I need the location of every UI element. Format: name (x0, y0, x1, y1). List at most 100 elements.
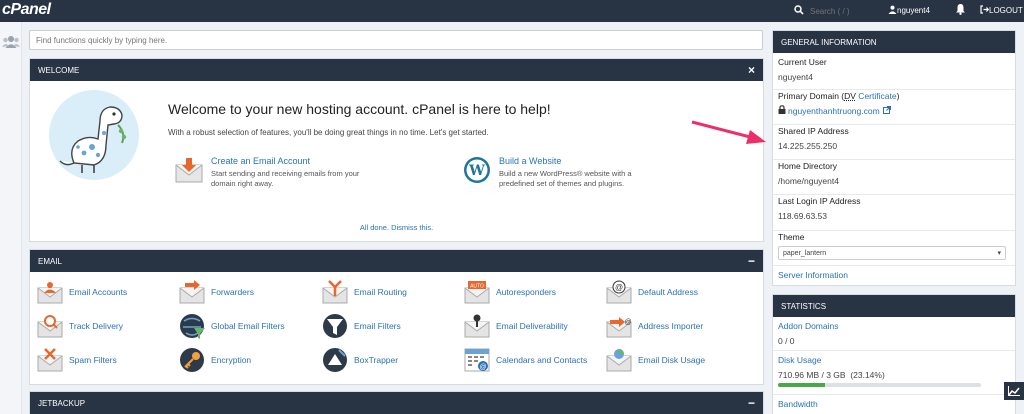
addon-domains-row: Addon Domains 0 / 0 (773, 321, 1015, 351)
global-email-filters-icon (178, 312, 206, 340)
dismiss-link[interactable]: All done. Dismiss this. (30, 223, 763, 232)
disk-usage-value: 710.96 MB / 3 GB (23.14%) (778, 370, 885, 380)
email-item-label[interactable]: Address Importer (638, 321, 703, 331)
svg-text:@: @ (615, 283, 623, 292)
build-website-desc: Build a new WordPress® website with a pr… (499, 169, 632, 188)
boxtrapper-icon (321, 346, 349, 374)
bandwidth-link[interactable]: Bandwidth (778, 399, 1010, 409)
email-item-label[interactable]: Spam Filters (69, 355, 117, 365)
email-item-label[interactable]: Email Disk Usage (638, 355, 705, 365)
email-item-label[interactable]: Track Delivery (69, 321, 123, 331)
email-item[interactable]: @ Calendars and Contacts (463, 345, 605, 375)
collapse-icon[interactable]: − (748, 254, 755, 268)
email-accounts-icon (36, 278, 64, 306)
email-deliverability-icon (463, 312, 491, 340)
external-link-icon[interactable] (882, 105, 891, 117)
wordpress-icon: W (463, 156, 491, 187)
email-item-label[interactable]: Email Routing (354, 287, 407, 297)
create-email-account-link[interactable]: Create an Email Account (211, 156, 310, 166)
logout-button[interactable]: LOGOUT (980, 5, 1023, 16)
welcome-title: Welcome to your new hosting account. cPa… (168, 101, 551, 117)
home-directory-value: /home/nguyent4 (778, 176, 839, 186)
email-item-label[interactable]: BoxTrapper (354, 355, 398, 365)
chart-icon[interactable] (1004, 382, 1024, 400)
jetbackup-panel: JETBACKUP − (29, 391, 764, 414)
disk-usage-bar (778, 383, 981, 387)
last-login-value: 118.69.63.53 (778, 211, 827, 221)
user-icon (888, 5, 897, 16)
server-information-link[interactable]: Server Information (778, 270, 848, 280)
addon-domains-value: 0 / 0 (778, 336, 795, 346)
users-icon[interactable] (2, 35, 20, 52)
top-search-input[interactable] (810, 6, 870, 16)
primary-domain-value: nguyenthanhtruong.com (778, 105, 1010, 117)
search-icon[interactable] (794, 4, 804, 18)
statistics-panel: STATISTICS Addon Domains 0 / 0 Disk Usag… (772, 294, 1016, 414)
disk-usage-link[interactable]: Disk Usage (778, 355, 1010, 365)
email-item-label[interactable]: Calendars and Contacts (496, 355, 587, 365)
email-item[interactable]: AUTO Autoresponders (463, 277, 605, 307)
email-item-label[interactable]: Forwarders (211, 287, 254, 297)
find-functions-input[interactable] (29, 30, 763, 50)
email-item[interactable]: Track Delivery (36, 311, 178, 341)
disk-usage-bar-fill (778, 383, 825, 387)
create-email-account-desc: Start sending and receiving emails from … (211, 169, 360, 188)
general-information-panel: GENERAL INFORMATION Current User nguyent… (772, 30, 1016, 286)
build-website-link[interactable]: Build a Website (499, 156, 561, 166)
email-item[interactable]: Encryption (178, 345, 320, 375)
username: nguyent4 (897, 6, 930, 15)
cpanel-logo[interactable]: cPanel (2, 1, 51, 19)
current-user-row: Current User nguyent4 (773, 57, 1015, 90)
email-grid: Email Accounts Forwarders Email Routing AUT… (30, 272, 763, 386)
email-item[interactable]: BoxTrapper (321, 345, 463, 375)
email-item[interactable]: Email Deliverability (463, 311, 605, 341)
lock-icon (778, 105, 786, 117)
primary-domain-row: Primary Domain (DV Certificate) nguyenth… (773, 91, 1015, 125)
email-item[interactable]: Email Routing (321, 277, 463, 307)
last-login-label: Last Login IP Address (778, 196, 861, 206)
top-search[interactable] (794, 4, 870, 18)
primary-domain-label: Primary Domain (DV Certificate) (778, 91, 900, 101)
track-delivery-icon (36, 312, 64, 340)
email-header-title: EMAIL (38, 256, 63, 266)
theme-row: Theme paper_lantern ▾ (773, 232, 1015, 266)
svg-text:W: W (468, 163, 485, 179)
user-menu[interactable]: nguyent4 (888, 5, 930, 16)
email-panel: EMAIL − Email Accounts Forwarders Email Ro… (29, 249, 764, 385)
last-login-row: Last Login IP Address 118.69.63.53 (773, 196, 1015, 231)
jetbackup-header[interactable]: JETBACKUP − (30, 392, 763, 414)
shared-ip-row: Shared IP Address 14.225.255.250 (773, 126, 1015, 160)
statistics-header: STATISTICS (773, 295, 1015, 317)
close-icon[interactable]: × (748, 63, 755, 77)
bell-icon[interactable] (955, 3, 966, 18)
email-item[interactable]: Email Accounts (36, 277, 178, 307)
email-filters-icon (321, 312, 349, 340)
email-item-label[interactable]: Default Address (638, 287, 698, 297)
email-item[interactable]: Spam Filters (36, 345, 178, 375)
email-item[interactable]: Global Email Filters (178, 311, 320, 341)
email-item[interactable]: @ Default Address (605, 277, 747, 307)
theme-select[interactable]: paper_lantern ▾ (778, 246, 1006, 260)
home-directory-row: Home Directory /home/nguyent4 (773, 161, 1015, 195)
general-information-header: GENERAL INFORMATION (773, 31, 1015, 53)
email-item[interactable]: @ Address Importer (605, 311, 747, 341)
addon-domains-link[interactable]: Addon Domains (778, 321, 1010, 331)
theme-select-value: paper_lantern (783, 249, 827, 257)
email-item-label[interactable]: Encryption (211, 355, 251, 365)
email-item[interactable]: Email Disk Usage (605, 345, 747, 375)
email-item[interactable]: Email Filters (321, 311, 463, 341)
email-item-label[interactable]: Email Filters (354, 321, 401, 331)
certificate-link[interactable]: Certificate (856, 91, 896, 101)
email-item[interactable]: Forwarders (178, 277, 320, 307)
svg-text:@: @ (624, 319, 631, 326)
email-item-label[interactable]: Global Email Filters (211, 321, 285, 331)
bandwidth-row: Bandwidth (773, 399, 1015, 414)
welcome-header-title: WELCOME (38, 65, 80, 75)
domain-link[interactable]: nguyenthanhtruong.com (788, 106, 880, 116)
email-header[interactable]: EMAIL − (30, 250, 763, 272)
collapse-icon[interactable]: − (748, 396, 755, 410)
email-item-label[interactable]: Email Accounts (69, 287, 127, 297)
email-item-label[interactable]: Autoresponders (496, 287, 556, 297)
email-item-label[interactable]: Email Deliverability (496, 321, 568, 331)
dv-abbr: DV (844, 91, 856, 101)
